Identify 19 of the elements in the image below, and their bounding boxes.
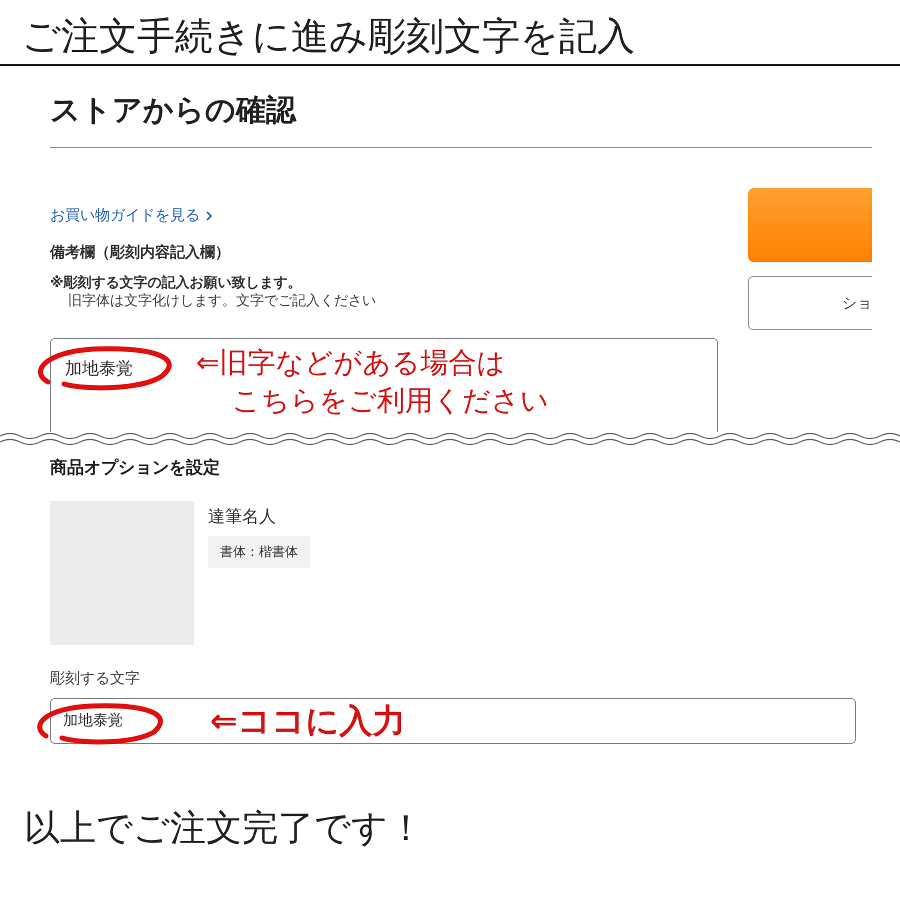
primary-button[interactable] <box>748 188 872 262</box>
guide-link[interactable]: お買い物ガイドを見る <box>50 206 213 225</box>
field-value: 加地泰覚 <box>65 359 133 379</box>
secondary-button[interactable]: ショ <box>748 276 872 330</box>
note-bold: ※彫刻する文字の記入お願い致します。 <box>50 274 302 292</box>
note-text: 旧字体は文字化けします。文字でご記入ください <box>68 292 376 310</box>
field-value: 加地泰覚 <box>63 711 123 729</box>
option-tag: 書体：楷書体 <box>208 536 310 568</box>
annotation-text: ⇐旧字などがある場合は <box>196 345 506 381</box>
annotation-text: こちらをご利用ください <box>232 383 549 419</box>
section-title: ストアからの確認 <box>50 66 872 148</box>
chevron-icon <box>206 210 213 220</box>
section-title: 商品オプションを設定 <box>50 457 221 479</box>
remarks-label: 備考欄（彫刻内容記入欄） <box>50 243 230 262</box>
field-label: 彫刻する文字 <box>50 669 141 688</box>
completion-text: 以上でご注文完了です！ <box>24 808 424 848</box>
annotation-text: ⇐ココに入力 <box>210 700 406 742</box>
product-name: 達筆名人 <box>208 506 276 528</box>
page-title: ご注文手続きに進み彫刻文字を記入 <box>22 16 635 58</box>
